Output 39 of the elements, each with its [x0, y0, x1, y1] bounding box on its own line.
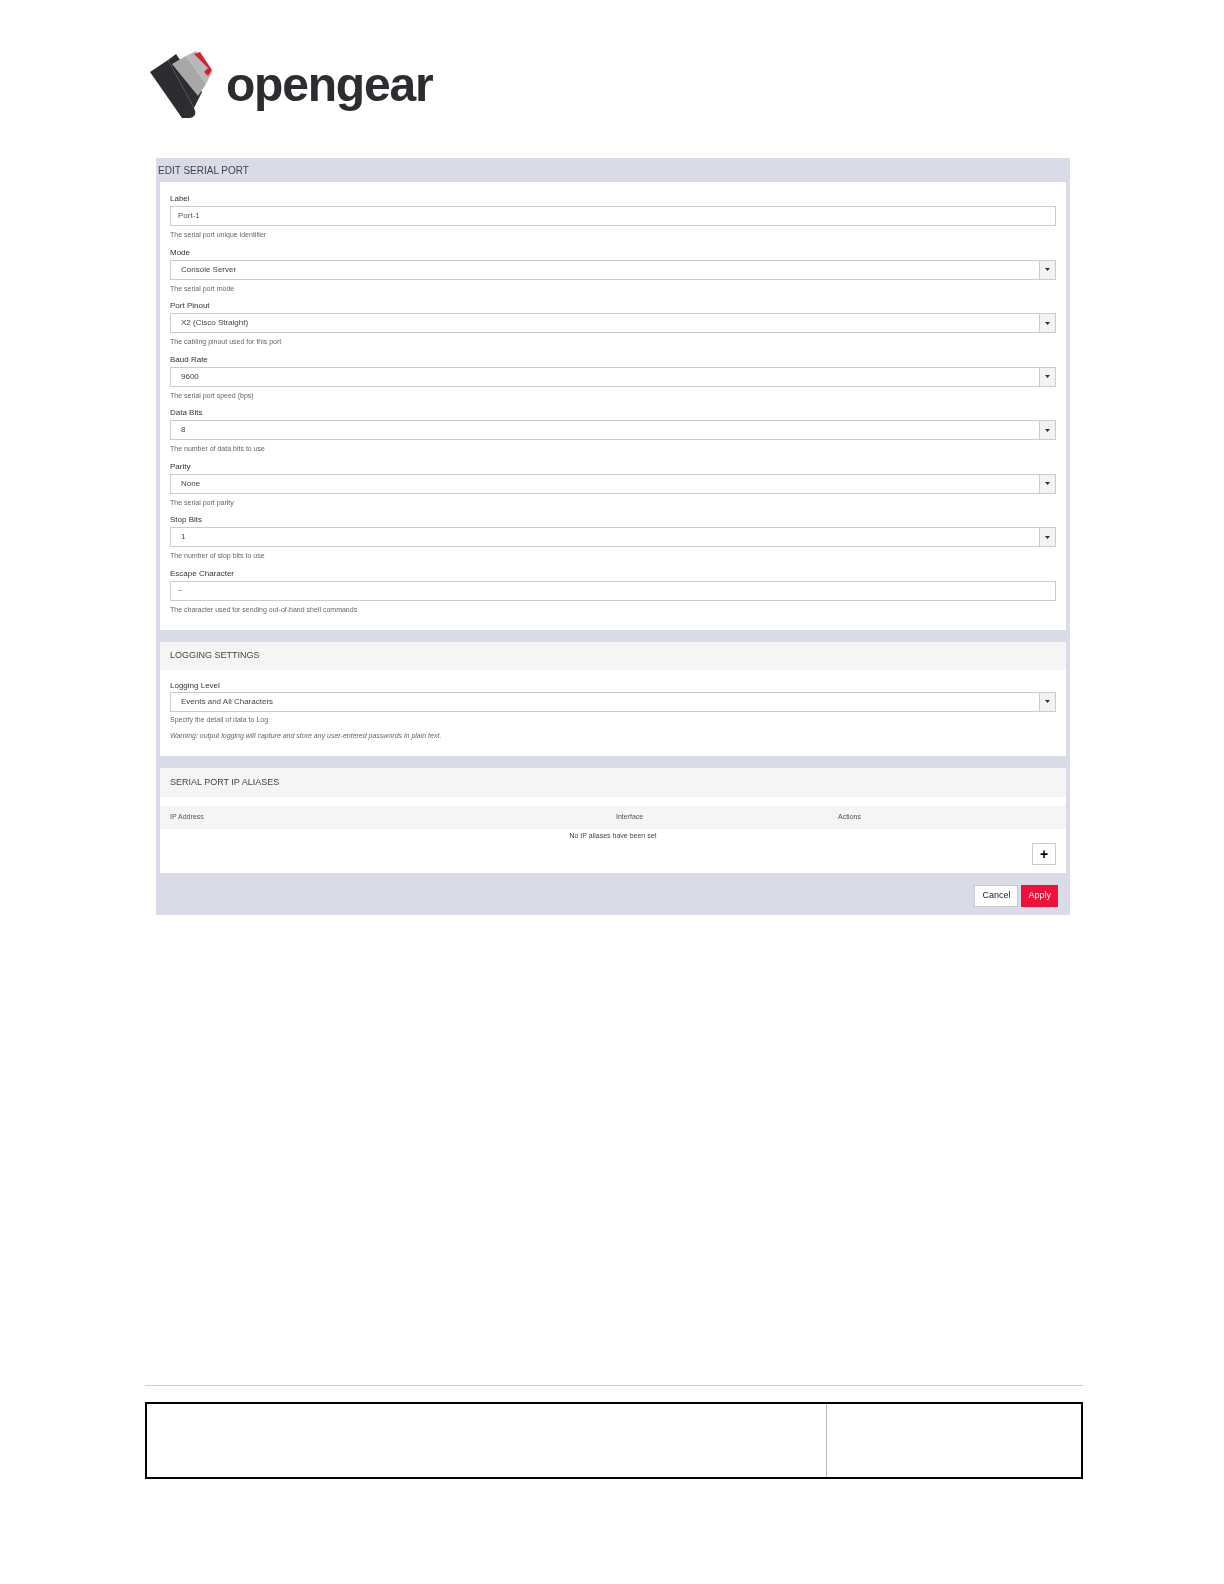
dropdown-button[interactable]: [1039, 692, 1055, 711]
input-field[interactable]: Port-1: [170, 206, 1056, 226]
select-field[interactable]: 8: [170, 420, 1056, 440]
field-label: Port Pinout: [170, 300, 211, 312]
dropdown-button[interactable]: [1039, 528, 1055, 546]
caret-icon: [1045, 321, 1050, 325]
add-button[interactable]: +: [1032, 843, 1056, 865]
caret-icon: [1045, 268, 1050, 271]
select-field[interactable]: Console Server: [170, 259, 1056, 280]
field-label: Mode: [170, 246, 191, 259]
logo-text: opengear: [226, 61, 433, 109]
select-field[interactable]: Events and All Characters: [170, 691, 1056, 712]
dropdown-button[interactable]: [1039, 367, 1055, 386]
select-field[interactable]: None: [170, 473, 1056, 494]
cancel-button[interactable]: Cancel: [974, 885, 1019, 907]
field-label: Stop Bits: [170, 514, 203, 526]
caret-icon: [1045, 700, 1050, 703]
caret-icon: [1045, 428, 1050, 432]
input-field[interactable]: ~: [170, 580, 1056, 601]
field-label: Data Bits: [170, 407, 204, 419]
caret-icon: [1045, 375, 1050, 378]
field-label: Logging Level: [170, 679, 221, 692]
section-title: LOGGING SETTINGS: [160, 642, 1066, 670]
dropdown-button[interactable]: [1039, 421, 1055, 439]
dropdown-button[interactable]: [1039, 260, 1055, 279]
select-field[interactable]: X2 (Cisco Straight): [170, 313, 1056, 333]
field-label: Label: [170, 193, 191, 205]
caret-icon: [1045, 535, 1050, 539]
caret-icon: [1045, 482, 1050, 485]
dropdown-button[interactable]: [1039, 314, 1055, 332]
apply-button[interactable]: Apply: [1021, 885, 1058, 907]
field-label: Escape Character: [170, 567, 236, 580]
select-field[interactable]: 1: [170, 527, 1056, 547]
dropdown-button[interactable]: [1039, 474, 1055, 493]
field-label: Baud Rate: [170, 353, 209, 366]
field-label: Parity: [170, 460, 192, 473]
section-title: SERIAL PORT IP ALIASES: [160, 767, 1066, 797]
select-field[interactable]: 9600: [170, 366, 1056, 387]
dialog-title: EDIT SERIAL PORT: [157, 164, 250, 178]
